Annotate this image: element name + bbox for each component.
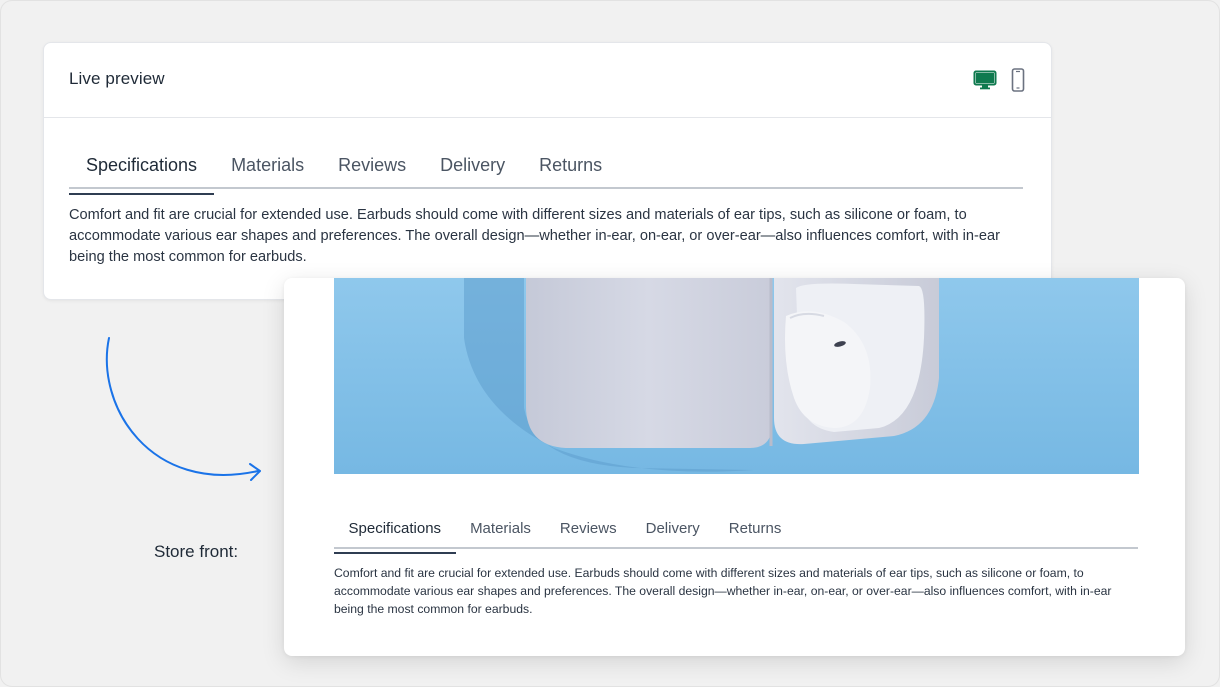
device-toggle [973,68,1025,97]
tab-specifications[interactable]: Specifications [69,151,215,195]
preview-tab-content: Comfort and fit are crucial for extended… [69,207,1000,265]
tab-delivery[interactable]: Delivery [423,151,522,187]
store-tab-bar: Specifications Materials Reviews Deliver… [334,518,1138,554]
preview-tab-bar: Specifications Materials Reviews Deliver… [69,151,1023,195]
store-tab-reviews[interactable]: Reviews [545,518,631,547]
store-front-card: Specifications Materials Reviews Deliver… [284,278,1185,656]
desktop-icon[interactable] [973,70,997,95]
store-tab-delivery[interactable]: Delivery [631,518,714,547]
tab-returns[interactable]: Returns [522,151,619,187]
product-image [334,278,1139,474]
curved-arrow-icon [105,337,261,481]
live-preview-card: Live preview Specifications Materials Re… [43,42,1052,300]
store-tab-content: Comfort and fit are crucial for extended… [334,566,1112,616]
store-tab-specifications[interactable]: Specifications [334,518,456,554]
store-tab-materials[interactable]: Materials [456,518,546,547]
mobile-icon[interactable] [1011,68,1025,97]
live-preview-title: Live preview [69,69,165,88]
live-preview-header: Live preview [44,43,1051,118]
tab-materials[interactable]: Materials [214,151,321,187]
store-tab-returns[interactable]: Returns [714,518,796,547]
tab-reviews[interactable]: Reviews [321,151,423,187]
store-front-label: Store front: [154,542,239,561]
